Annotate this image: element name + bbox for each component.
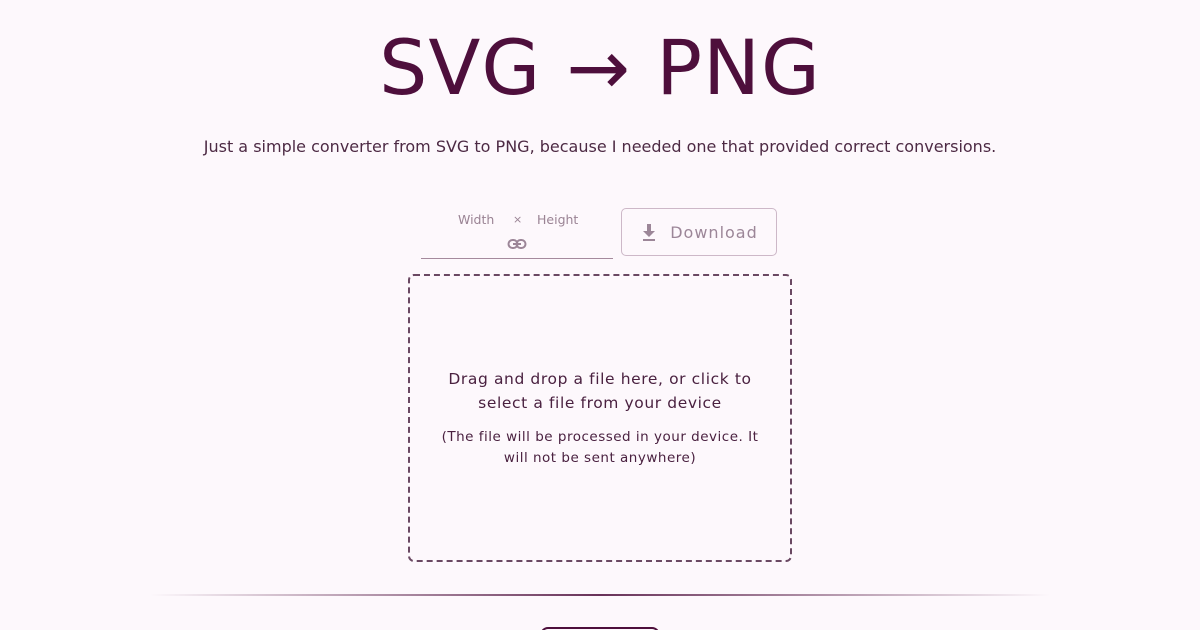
file-dropzone[interactable]: Drag and drop a file here, or click to s…	[408, 274, 792, 562]
section-divider	[150, 594, 1050, 596]
height-field[interactable]: Height	[537, 212, 578, 227]
dimension-separator: ×	[513, 213, 523, 226]
page-subtitle: Just a simple converter from SVG to PNG,…	[203, 137, 997, 156]
page-title: SVG → PNG	[379, 23, 821, 112]
link-icon[interactable]	[507, 236, 527, 250]
dimensions-input[interactable]: Width × Height	[421, 206, 613, 259]
dropzone-privacy-note: (The file will be processed in your devi…	[441, 429, 759, 466]
dropzone-instructions: Drag and drop a file here, or click to s…	[448, 370, 752, 412]
page: SVG → PNG Just a simple converter from S…	[0, 0, 1200, 630]
download-button[interactable]: Download	[621, 208, 777, 256]
width-field[interactable]: Width	[458, 212, 494, 227]
download-icon	[640, 222, 658, 242]
download-label: Download	[670, 222, 758, 242]
